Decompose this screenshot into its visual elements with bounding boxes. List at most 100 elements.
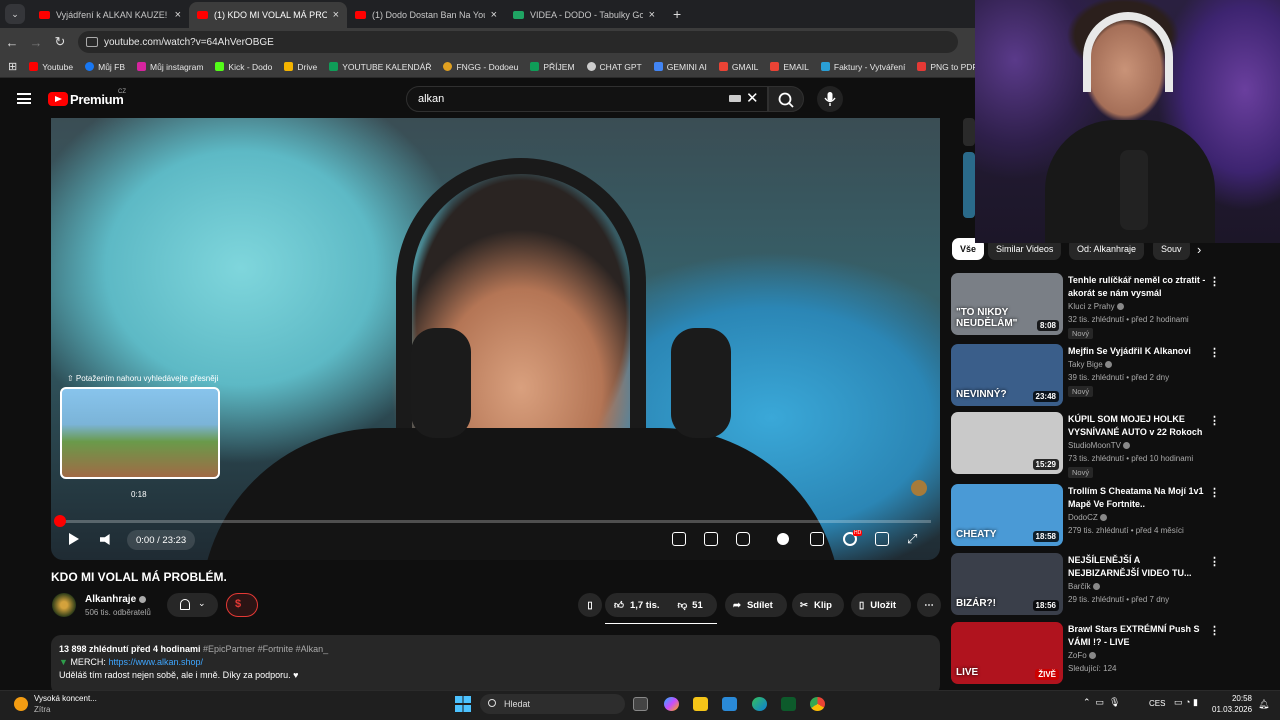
bookmark[interactable]: CHAT GPT <box>586 62 642 72</box>
related-title[interactable]: NEJŠÍLENĚJŠÍ A NEJBIZARNĚJŠÍ VIDEO TU... <box>1068 554 1208 580</box>
video-thumbnail[interactable]: "TO NIKDY NEUDĚLÁM" 8:08 <box>951 273 1063 335</box>
close-tab-icon[interactable]: × <box>333 9 339 21</box>
more-vert-icon[interactable]: ⋮ <box>1209 414 1220 427</box>
close-tab-icon[interactable]: × <box>491 9 497 21</box>
voice-search-button[interactable] <box>817 86 843 112</box>
site-info-icon[interactable] <box>86 37 98 47</box>
notifications-icon[interactable]: 🔔︎ <box>1258 699 1269 710</box>
apps-icon[interactable]: ⊞ <box>8 60 17 73</box>
more-vert-icon[interactable]: ⋮ <box>1209 275 1220 288</box>
input-language[interactable]: CES <box>1149 699 1165 708</box>
image-icon[interactable] <box>672 532 686 546</box>
forward-button[interactable]: → <box>24 35 48 50</box>
tab-search-button[interactable]: ⌄ <box>5 4 25 24</box>
related-video[interactable]: CHEATY 18:58 Trollím S Cheatama Na Mojí 1v… <box>951 484 1251 546</box>
keyboard-icon[interactable] <box>729 95 741 102</box>
browser-tab[interactable]: Vyjádření k ALKAN KAUZE! (ka × <box>31 2 189 28</box>
more-vert-icon[interactable]: ⋮ <box>1209 624 1220 637</box>
browser-tab[interactable]: VIDEA - DODO - Tabulky Googl × <box>505 2 663 28</box>
more-vert-icon[interactable]: ⋮ <box>1209 555 1220 568</box>
chrome-icon[interactable] <box>810 697 825 711</box>
bookmark[interactable]: EMAIL <box>770 62 809 72</box>
close-tab-icon[interactable]: × <box>175 9 181 21</box>
dislike-button[interactable]: 👎︎ 51 <box>678 599 703 612</box>
video-thumbnail[interactable]: CHEATY 18:58 <box>951 484 1063 546</box>
related-channel[interactable]: Kluci z Prahy <box>1068 302 1124 311</box>
save-to-watch-later-button[interactable]: ▯ <box>578 593 602 617</box>
related-title[interactable]: Brawl Stars EXTRÉMNÍ Push S VÁMI !? - LI… <box>1068 623 1208 649</box>
autoplay-toggle[interactable] <box>777 533 789 545</box>
merch-link[interactable]: https://www.alkan.shop/ <box>108 657 203 667</box>
related-title[interactable]: Tenhle rulíčkář neměl co ztratit - akorá… <box>1068 274 1208 300</box>
more-vert-icon[interactable]: ⋮ <box>1209 486 1220 499</box>
bookmark[interactable]: YOUTUBE KALENDÁŘ <box>329 62 431 72</box>
more-actions-button[interactable]: ⋯ <box>917 593 941 617</box>
tray-icons[interactable]: ⌃ ▭ 🎙︎ <box>1083 697 1120 708</box>
related-video[interactable]: LIVE ŽIVĚ Brawl Stars EXTRÉMNÍ Push S VÁMI… <box>951 622 1251 684</box>
related-title[interactable]: Mejfin Se Vyjádřil K Alkanovi <box>1068 345 1208 358</box>
progress-bar[interactable] <box>60 520 931 523</box>
related-video[interactable]: 15:29 KÚPIL SOM MOJEJ HOLKE VYSNÍVANÉ AUT… <box>951 412 1251 478</box>
omnibox[interactable]: youtube.com/watch?v=64AhVerOBGE <box>78 31 958 53</box>
related-title[interactable]: Trollím S Cheatama Na Mojí 1v1 Mapě Ve F… <box>1068 485 1208 511</box>
chevron-right-icon[interactable]: › <box>1197 242 1201 257</box>
camera-icon[interactable] <box>736 532 750 546</box>
related-video[interactable]: NEVINNÝ? 23:48 Mejfin Se Vyjádřil K Alkano… <box>951 344 1251 406</box>
related-title[interactable]: KÚPIL SOM MOJEJ HOLKE VYSNÍVANÉ AUTO v 2… <box>1068 413 1208 439</box>
scrubber-handle[interactable] <box>54 515 66 527</box>
like-button[interactable]: 👍︎ 1,7 tis. <box>614 599 660 612</box>
clock-time[interactable]: 20:58 <box>1212 694 1252 703</box>
copilot-icon[interactable] <box>664 697 679 711</box>
network-volume-icons[interactable]: ▭ ◔ ▮ <box>1174 697 1198 708</box>
weather-icon[interactable] <box>14 697 28 711</box>
channel-watermark-icon[interactable] <box>911 480 927 496</box>
clear-search-icon[interactable]: ✕ <box>746 89 759 107</box>
related-video[interactable]: BIZÁR?! 18:56 NEJŠÍLENĚJŠÍ A NEJBIZARNĚJŠÍ… <box>951 553 1251 615</box>
related-channel[interactable]: StudioMoonTV <box>1068 441 1131 450</box>
excel-icon[interactable] <box>781 697 796 711</box>
browser-tab[interactable]: (1) Dodo Dostan Ban Na YouTu × <box>347 2 505 28</box>
close-tab-icon[interactable]: × <box>649 9 655 21</box>
back-button[interactable]: ← <box>0 35 24 50</box>
bookmark[interactable]: GMAIL <box>718 62 758 72</box>
more-vert-icon[interactable]: ⋮ <box>1209 346 1220 359</box>
save-button[interactable]: ▯ Uložit <box>851 593 911 617</box>
subtitles-icon[interactable] <box>810 532 824 546</box>
taskbar-search[interactable]: Hledat <box>480 694 625 714</box>
channel-avatar[interactable] <box>52 593 76 617</box>
related-video[interactable]: "TO NIKDY NEUDĚLÁM" 8:08 Tenhle rulíčkář n… <box>951 273 1251 339</box>
related-channel[interactable]: ZoFo <box>1068 651 1096 660</box>
bookmark[interactable]: PŘÍJEM <box>530 62 575 72</box>
file-explorer-icon[interactable] <box>693 697 708 711</box>
related-channel[interactable]: Taky Bige <box>1068 360 1112 369</box>
video-player[interactable]: ⇧ Potažením nahoru vyhledávejte přesněji… <box>51 118 940 560</box>
bookmark[interactable]: FNGG - Dodoeu <box>443 62 518 72</box>
related-channel[interactable]: DodoCZ <box>1068 513 1108 522</box>
youtube-logo-text[interactable]: Premium <box>70 92 124 107</box>
play-button[interactable] <box>69 533 79 545</box>
related-channel[interactable]: Barčík <box>1068 582 1100 591</box>
bookmark[interactable]: GEMINI AI <box>653 62 707 72</box>
video-thumbnail[interactable]: NEVINNÝ? 23:48 <box>951 344 1063 406</box>
clock-date[interactable]: 01.03.2026 <box>1212 705 1252 714</box>
task-view-icon[interactable] <box>633 697 648 711</box>
weather-title[interactable]: Vysoká koncent... <box>34 694 97 703</box>
bookmark[interactable]: PNG to PDF <box>917 62 975 72</box>
reload-button[interactable]: ↻ <box>48 34 72 50</box>
share-button[interactable]: ➦ Sdílet <box>725 593 787 617</box>
new-tab-button[interactable]: + <box>673 6 681 22</box>
start-button-icon[interactable] <box>455 696 471 712</box>
bookmark[interactable]: Můj instagram <box>137 62 203 72</box>
theater-mode-icon[interactable] <box>875 532 889 546</box>
edge-icon[interactable] <box>752 697 767 711</box>
search-input[interactable]: alkan <box>406 86 768 112</box>
youtube-logo-icon[interactable] <box>48 92 68 106</box>
subscribed-button[interactable] <box>167 593 218 617</box>
menu-icon[interactable] <box>17 93 31 104</box>
volume-icon[interactable] <box>100 534 110 545</box>
channel-name[interactable]: Alkanhraje <box>85 594 136 605</box>
bookmark[interactable]: Youtube <box>29 62 73 72</box>
store-icon[interactable] <box>722 697 737 711</box>
video-thumbnail[interactable]: LIVE ŽIVĚ <box>951 622 1063 684</box>
hashtags[interactable]: #EpicPartner #Fortnite #Alkan_ <box>203 644 328 654</box>
